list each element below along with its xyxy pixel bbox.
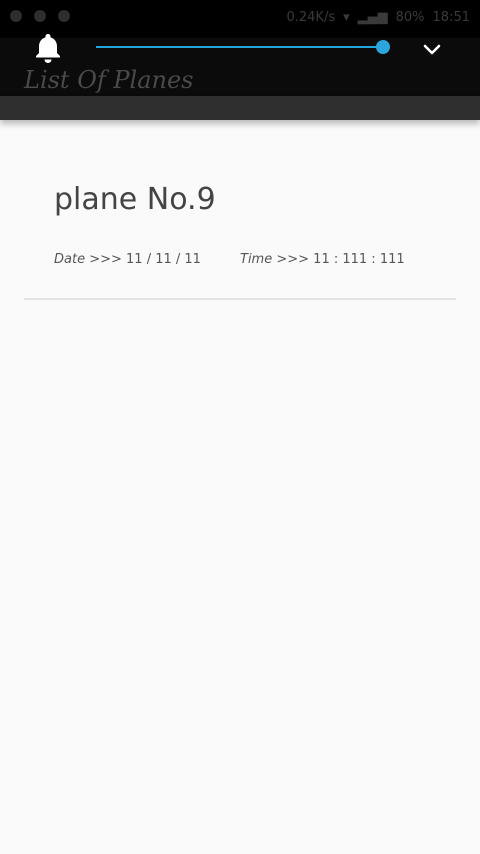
app-bar-strip bbox=[0, 96, 480, 120]
date-label: Date >>> bbox=[54, 252, 122, 267]
date-value: 11 / 11 / 11 bbox=[126, 252, 201, 267]
time-row: Time >>> 11 : 111 : 111 bbox=[240, 252, 405, 267]
bell-icon[interactable] bbox=[33, 32, 63, 64]
divider bbox=[24, 298, 456, 300]
volume-slider-thumb[interactable] bbox=[376, 40, 390, 54]
volume-slider-track[interactable] bbox=[96, 46, 384, 48]
time-value: 11 : 111 : 111 bbox=[313, 252, 405, 267]
plane-title: plane No.9 bbox=[54, 182, 216, 217]
date-row: Date >>> 11 / 11 / 11 bbox=[54, 252, 201, 267]
time-label: Time >>> bbox=[240, 252, 310, 267]
chevron-down-icon[interactable] bbox=[420, 37, 444, 61]
volume-overlay bbox=[0, 18, 480, 78]
